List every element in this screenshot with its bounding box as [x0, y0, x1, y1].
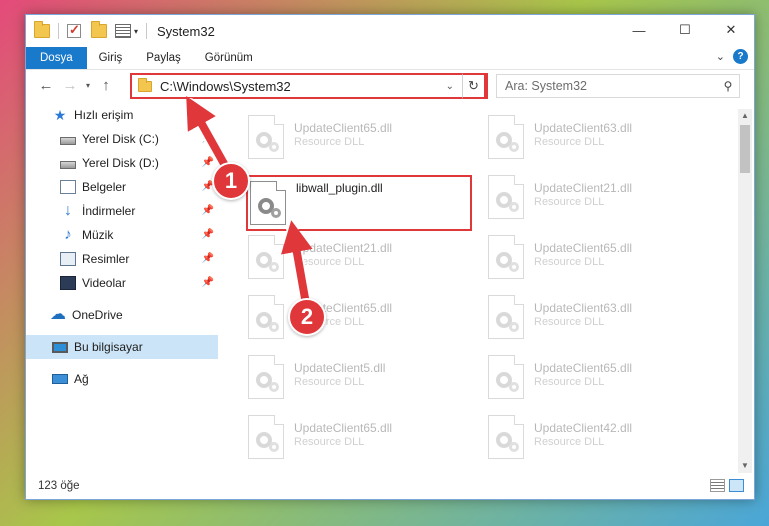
callout-badge-2: 2 — [288, 298, 326, 336]
callout-badge-1: 1 — [212, 162, 250, 200]
annotation-arrows — [184, 96, 313, 310]
